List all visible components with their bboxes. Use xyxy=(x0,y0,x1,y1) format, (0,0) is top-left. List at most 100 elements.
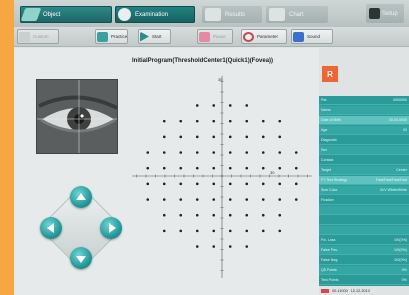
parameter-icon xyxy=(243,31,254,42)
test-point xyxy=(278,198,282,201)
sound-button[interactable]: Sound xyxy=(291,29,333,44)
test-point xyxy=(195,104,199,107)
test-point xyxy=(146,166,150,170)
tab-chart[interactable]: Chart xyxy=(266,6,328,23)
practice-label: Practice xyxy=(111,34,128,39)
test-point xyxy=(245,213,249,217)
left-arrow-button[interactable] xyxy=(40,217,62,239)
perimeter-icon xyxy=(118,8,131,21)
custom-button[interactable]: Custom xyxy=(17,29,59,44)
custom-label: Custom xyxy=(33,34,49,39)
info-row-value: 0/0(0%) xyxy=(394,258,407,262)
tab-examination[interactable]: Examination xyxy=(115,6,195,23)
info-row-value: III/V White/White xyxy=(380,188,407,192)
info-row: Test Points 0% xyxy=(319,276,409,285)
test-point xyxy=(162,166,166,170)
parameter-label: Parameter xyxy=(257,34,279,39)
play-icon xyxy=(140,31,149,42)
right-arrow-button[interactable] xyxy=(100,217,122,239)
test-point xyxy=(228,213,232,217)
info-row: Sex xyxy=(319,146,409,155)
info-row-label: False Pos. xyxy=(321,248,338,252)
info-row: False Neg. 0/0(0%) xyxy=(319,256,409,265)
setup-button[interactable]: Setup xyxy=(366,4,404,23)
test-point xyxy=(278,151,282,154)
pause-label: Pause xyxy=(213,34,226,39)
test-point xyxy=(212,198,216,201)
info-row: FT Test Strategy Fast/Fast/Fast/Fast xyxy=(319,176,409,185)
test-point xyxy=(212,151,216,154)
test-point xyxy=(162,135,166,139)
setup-label: Setup xyxy=(382,10,398,17)
test-point xyxy=(261,151,265,154)
info-row-label: Target xyxy=(321,168,331,172)
info-row-label: False Neg. xyxy=(321,258,339,262)
footer-date: 12.12.2013 xyxy=(350,288,370,293)
results-icon xyxy=(205,8,221,21)
info-row-value: Fast/Fast/Fast/Fast xyxy=(376,178,407,182)
eye-indicator: R xyxy=(322,66,338,82)
tab-chart-label: Chart xyxy=(289,11,304,18)
test-point xyxy=(212,135,216,139)
info-row xyxy=(319,206,409,215)
tab-results-label: Results xyxy=(225,11,246,18)
test-point xyxy=(278,135,282,139)
test-point xyxy=(228,166,232,170)
chart-icon xyxy=(269,8,285,21)
tab-results[interactable]: Results xyxy=(202,6,262,23)
main-tab-bar: Object Examination Results Chart Setup xyxy=(14,0,409,27)
test-point xyxy=(228,119,232,123)
test-point xyxy=(195,182,199,186)
down-arrow-button[interactable] xyxy=(70,247,92,269)
test-point xyxy=(278,166,282,170)
test-point xyxy=(261,198,265,201)
status-footer: 00-11000 12.12.2013 xyxy=(319,286,409,295)
info-row: Age 00 xyxy=(319,126,409,135)
info-row: Size Color III/V White/White xyxy=(319,186,409,195)
test-point xyxy=(146,198,150,201)
start-label: Start xyxy=(152,34,162,39)
patient-info-panel: R Pat. 0000000 Name Date of Birth 00.00.0000… xyxy=(319,60,409,295)
info-row: Target Center xyxy=(319,166,409,175)
test-point xyxy=(294,151,298,154)
up-arrow-button[interactable] xyxy=(70,186,92,208)
info-row: Contact xyxy=(319,156,409,165)
info-row-value: Center xyxy=(396,168,407,172)
test-point xyxy=(179,229,183,233)
test-point xyxy=(179,182,183,186)
test-point xyxy=(212,245,216,248)
info-row-label: Date of Birth xyxy=(321,118,341,122)
info-row-value: 0/0(0%) xyxy=(394,248,407,252)
pause-button[interactable]: Pause xyxy=(197,29,233,44)
test-point xyxy=(212,119,216,123)
info-row-label: FT Test Strategy xyxy=(321,178,348,182)
status-marker xyxy=(321,288,329,293)
test-point xyxy=(261,213,265,217)
test-point xyxy=(212,104,216,107)
test-point xyxy=(212,229,216,233)
test-point xyxy=(245,151,249,154)
start-button[interactable]: Start xyxy=(138,29,171,44)
up-arrow-icon xyxy=(76,192,86,200)
test-point xyxy=(228,198,232,201)
test-point xyxy=(195,198,199,201)
test-point xyxy=(195,166,199,170)
test-point xyxy=(228,151,232,154)
info-row: False Pos. 0/0(0%) xyxy=(319,246,409,255)
info-row-label: Age xyxy=(321,128,328,132)
test-point xyxy=(212,213,216,217)
test-point xyxy=(245,229,249,233)
info-row: Fixation xyxy=(319,196,409,205)
test-point xyxy=(294,182,298,186)
info-row-value: 0/0(0%) xyxy=(394,238,407,242)
parameter-button[interactable]: Parameter xyxy=(241,29,287,44)
test-point xyxy=(195,213,199,217)
practice-button[interactable]: Practice xyxy=(95,29,128,44)
info-row-label: Pat. xyxy=(321,98,328,102)
test-point xyxy=(228,135,232,139)
info-row: Diagnosis xyxy=(319,136,409,145)
exam-toolbar: Custom Practice Start Pause Parameter So… xyxy=(14,27,409,47)
test-point xyxy=(278,229,282,233)
down-arrow-icon xyxy=(76,255,86,263)
tab-object[interactable]: Object xyxy=(20,6,112,23)
